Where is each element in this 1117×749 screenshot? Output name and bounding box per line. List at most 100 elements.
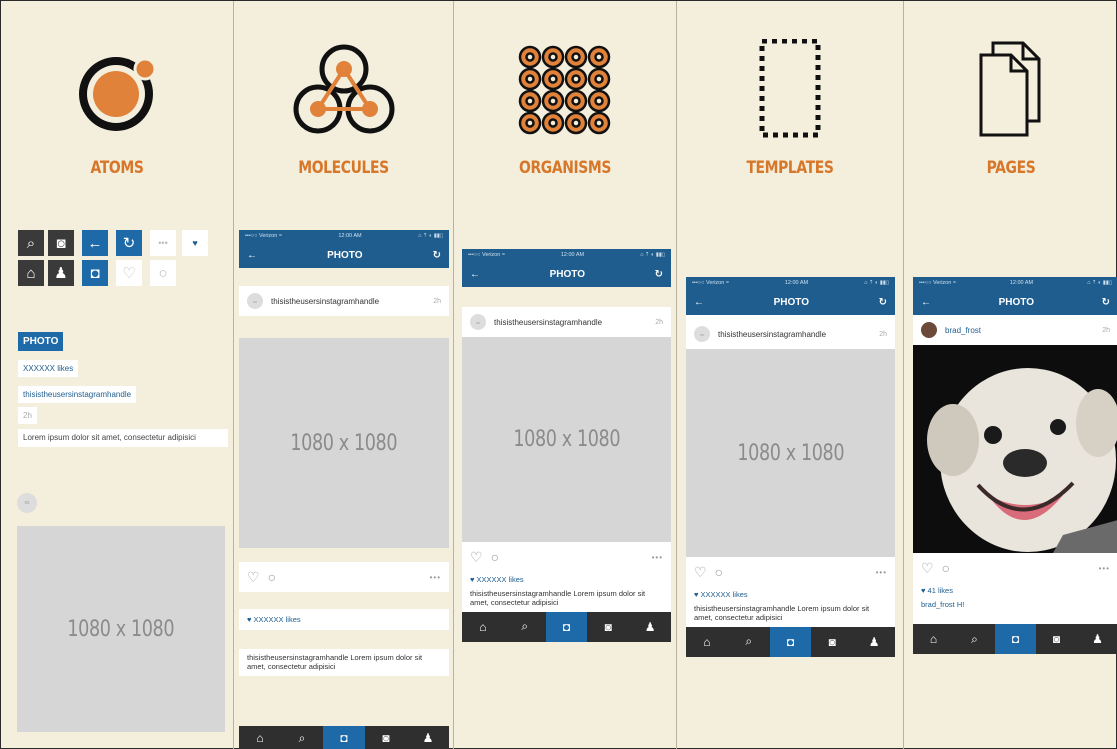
tab-bar: ⌂ ⌕ ◘ ◙ ♟: [913, 624, 1117, 654]
template-phone: •••○○ Verizon ≈12:00 AM ⌂ ⇡ ◐ ▮▮▯ ← PHOTO ↻…: [686, 277, 895, 657]
profile-icon[interactable]: ♟: [407, 726, 449, 749]
comment-outline-icon[interactable]: ○: [715, 564, 723, 580]
profile-icon[interactable]: ♟: [1077, 624, 1117, 654]
home-icon[interactable]: ⌂: [686, 627, 728, 657]
profile-icon[interactable]: ♟: [853, 627, 895, 657]
action-bar: ♡ ○ •••: [686, 557, 895, 587]
likes-row[interactable]: ♥ XXXXXX likes: [239, 609, 449, 630]
comment-icon: ◙: [48, 230, 74, 256]
refresh-icon[interactable]: ↻: [433, 250, 441, 261]
template-icon: [677, 39, 903, 139]
atomic-design-diagram: ATOMS ⌕ ◙ ← ↻ ••• ♥ ⌂ ♟ ◘ ♡ ○ PHOTO XXXX…: [0, 0, 1117, 749]
column-templates: TEMPLATES •••○○ Verizon ≈12:00 AM ⌂ ⇡ ◐ ▮…: [677, 1, 904, 749]
search-icon: ⌕: [18, 230, 44, 256]
placeholder-label: 1080 x 1080: [67, 616, 175, 642]
heart-outline-icon[interactable]: ♡: [694, 564, 707, 581]
organism-phone: •••○○ Verizon ≈12:00 AM ⌂ ⇡ ◐ ▮▮▯ ← PHOTO ↻…: [462, 249, 671, 642]
comment-outline-icon: ○: [150, 260, 176, 286]
caption-row: brad_frost H!: [913, 598, 1117, 624]
search-icon[interactable]: ⌕: [954, 624, 995, 654]
refresh-icon[interactable]: ↻: [1102, 297, 1110, 308]
camera-icon[interactable]: ◘: [769, 626, 812, 657]
organism-cell-core: [525, 52, 535, 62]
pages-icon: [904, 39, 1117, 139]
organism-cell-core: [525, 118, 535, 128]
more-dots-icon[interactable]: •••: [652, 553, 663, 562]
refresh-icon[interactable]: ↻: [655, 269, 663, 280]
home-icon[interactable]: ⌂: [462, 612, 504, 642]
back-arrow-icon[interactable]: ←: [921, 297, 931, 308]
tab-bar: ⌂ ⌕ ◘ ◙ ♟: [686, 626, 895, 657]
nav-title: PHOTO: [327, 249, 363, 261]
column-organisms: ORGANISMS •••○○ Verizon ≈12:00 AM ⌂ ⇡ ◐ ▮…: [454, 1, 677, 749]
back-arrow-icon[interactable]: ←: [470, 269, 480, 280]
more-dots-icon[interactable]: •••: [1099, 564, 1110, 573]
nav-title: PHOTO: [773, 296, 809, 308]
back-arrow-icon: ←: [82, 230, 108, 256]
tab-bar: ⌂ ⌕ ◘ ◙ ♟: [462, 611, 671, 642]
action-bar: ♡ ○ •••: [462, 542, 671, 572]
caption-row: thisistheusersinstagramhandle Lorem ipsu…: [462, 587, 671, 612]
comment-outline-icon[interactable]: ○: [268, 569, 276, 585]
avatar: [921, 322, 937, 338]
comment-outline-icon[interactable]: ○: [942, 560, 950, 576]
action-bar: ♡ ○ •••: [913, 553, 1117, 583]
post-handle[interactable]: thisistheusersinstagramhandle: [271, 297, 379, 306]
time-label: 2h: [18, 407, 37, 424]
likes-row[interactable]: ♥ 41 likes: [913, 583, 1117, 598]
comment-icon[interactable]: ◙: [587, 612, 629, 642]
status-bar: •••○○ Verizon ≈12:00 AM ⌂ ⇡ ◐ ▮▮▯: [239, 230, 449, 242]
likes-label: XXXXXX likes: [18, 360, 79, 377]
organism-cell-core: [548, 96, 558, 106]
caption-row: thisistheusersinstagramhandle Lorem ipsu…: [239, 649, 449, 676]
comment-icon[interactable]: ◙: [1036, 624, 1077, 654]
status-bar: •••○○ Verizon ≈12:00 AM ⌂ ⇡ ◐ ▮▮▯: [913, 277, 1117, 289]
avatar: xx: [17, 493, 37, 513]
comment-icon[interactable]: ◙: [365, 726, 407, 749]
caption-text: Lorem ipsum dolor sit amet, consectetur …: [18, 429, 228, 447]
column-pages: PAGES •••○○ Verizon ≈12:00 AM ⌂ ⇡ ◐ ▮▮▯ ←…: [904, 1, 1117, 749]
camera-icon[interactable]: ◘: [995, 624, 1036, 654]
heart-outline-icon[interactable]: ♡: [470, 549, 483, 566]
back-arrow-icon[interactable]: ←: [694, 297, 704, 308]
organism-cell-core: [594, 96, 604, 106]
post-header: xx thisistheusersinstagramhandle 2h: [686, 319, 895, 349]
status-bar: •••○○ Verizon ≈12:00 AM ⌂ ⇡ ◐ ▮▮▯: [462, 249, 671, 261]
heart-outline-icon[interactable]: ♡: [247, 569, 260, 586]
more-dots-icon[interactable]: •••: [876, 568, 887, 577]
camera-icon[interactable]: ◘: [545, 611, 588, 642]
profile-icon[interactable]: ♟: [629, 612, 671, 642]
search-icon[interactable]: ⌕: [504, 612, 546, 642]
placeholder-label: 1080 x 1080: [513, 427, 620, 452]
search-icon[interactable]: ⌕: [728, 627, 770, 657]
image-placeholder: 1080 x 1080: [239, 338, 449, 548]
post-handle[interactable]: brad_frost: [945, 326, 981, 335]
camera-icon[interactable]: ◘: [323, 726, 365, 749]
comment-outline-icon[interactable]: ○: [491, 549, 499, 565]
likes-row[interactable]: ♥ XXXXXX likes: [462, 572, 671, 587]
likes-row[interactable]: ♥ XXXXXX likes: [686, 587, 895, 602]
more-dots-icon: •••: [150, 230, 176, 256]
column-title-templates: TEMPLATES: [746, 158, 834, 178]
home-icon[interactable]: ⌂: [239, 726, 281, 749]
home-icon[interactable]: ⌂: [913, 624, 954, 654]
profile-icon: ♟: [48, 260, 74, 286]
post-handle[interactable]: thisistheusersinstagramhandle: [494, 318, 602, 327]
camera-icon: ◘: [82, 260, 108, 286]
post-time: 2h: [879, 330, 887, 338]
post-handle[interactable]: thisistheusersinstagramhandle: [718, 330, 826, 339]
tab-bar: ⌂ ⌕ ◘ ◙ ♟: [239, 726, 449, 749]
heart-outline-icon[interactable]: ♡: [921, 560, 934, 577]
organism-cell-core: [571, 118, 581, 128]
more-dots-icon[interactable]: •••: [430, 573, 441, 582]
refresh-icon[interactable]: ↻: [879, 297, 887, 308]
column-title-organisms: ORGANISMS: [519, 158, 611, 178]
bulldog-photo: [913, 345, 1117, 553]
image-placeholder: 1080 x 1080: [17, 526, 225, 732]
heart-outline-icon: ♡: [116, 260, 142, 286]
search-icon[interactable]: ⌕: [281, 726, 323, 749]
caption-row: thisistheusersinstagramhandle Lorem ipsu…: [686, 602, 895, 627]
comment-icon[interactable]: ◙: [811, 627, 853, 657]
nav-bar: ← PHOTO ↻: [686, 289, 895, 315]
back-arrow-icon[interactable]: ←: [247, 250, 257, 261]
